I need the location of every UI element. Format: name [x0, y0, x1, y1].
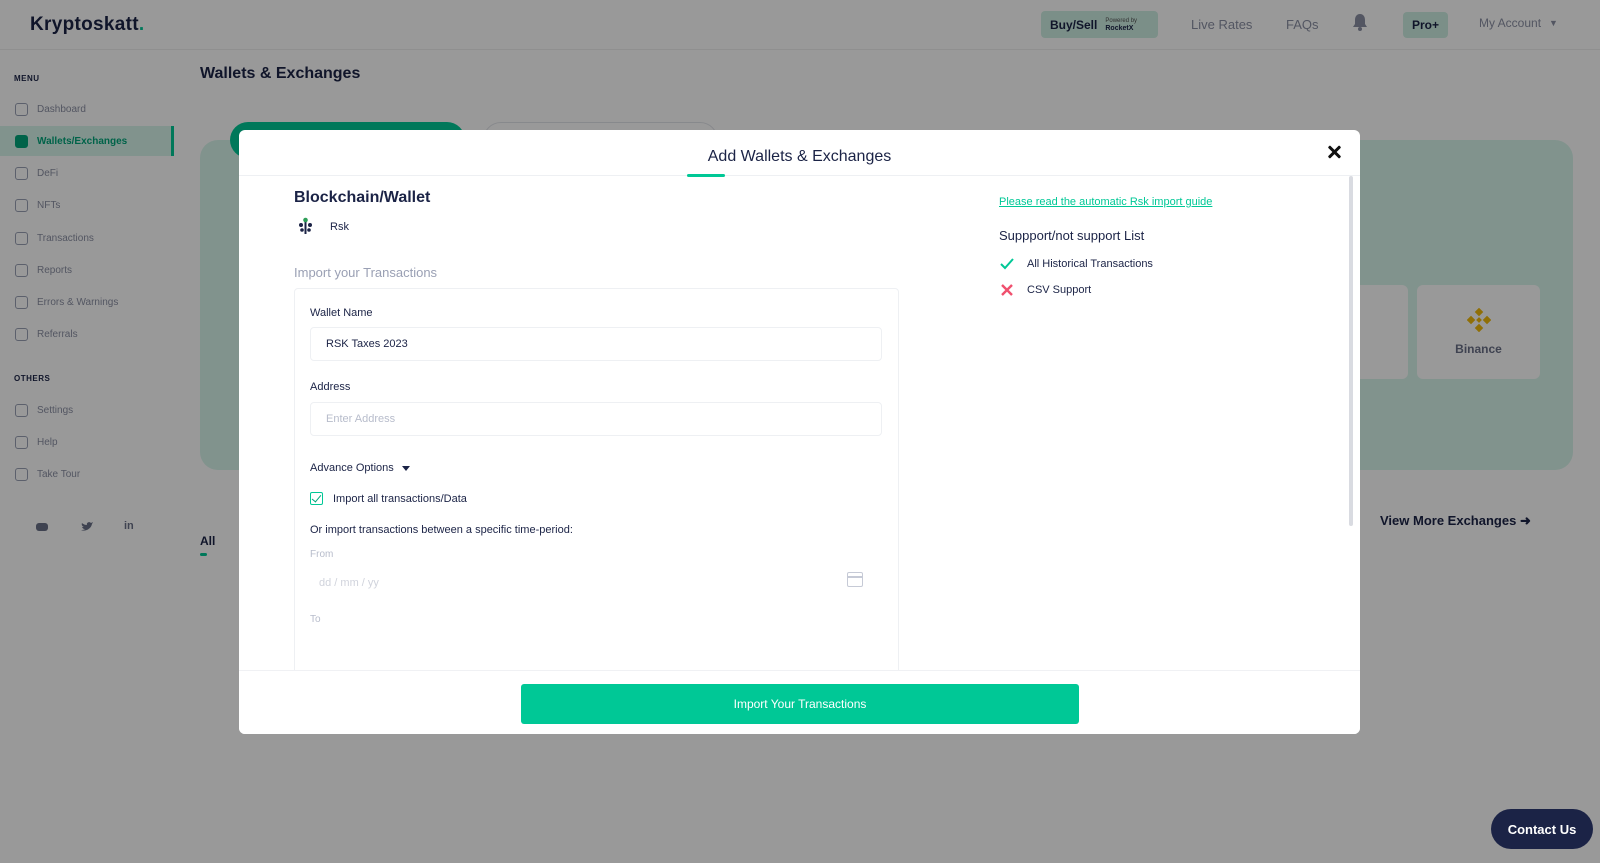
- add-wallets-modal: Add Wallets & Exchanges Blockchain/Walle…: [239, 130, 1360, 734]
- modal-header: Add Wallets & Exchanges: [239, 130, 1360, 177]
- import-form-column: Blockchain/Wallet Rsk Import your Transa…: [294, 176, 904, 676]
- wallet-name-label: Wallet Name: [310, 307, 373, 319]
- chain-name: Rsk: [330, 221, 349, 233]
- import-heading: Import your Transactions: [294, 265, 438, 280]
- support-item-historical: All Historical Transactions: [999, 256, 1153, 272]
- support-list-title: Suppport/not support List: [999, 228, 1145, 243]
- address-input[interactable]: Enter Address: [310, 402, 882, 436]
- checkmark-icon: [1000, 258, 1014, 270]
- advance-options-toggle[interactable]: Advance Options: [310, 462, 410, 474]
- section-title: Blockchain/Wallet: [294, 189, 431, 206]
- import-all-label: Import all transactions/Data: [333, 492, 467, 505]
- modal-title: Add Wallets & Exchanges: [707, 148, 892, 165]
- calendar-icon[interactable]: [847, 572, 863, 587]
- address-label: Address: [310, 381, 351, 393]
- from-label: From: [310, 549, 334, 560]
- close-icon[interactable]: [1324, 142, 1344, 162]
- import-form: Wallet Name RSK Taxes 2023 Address Enter…: [294, 288, 899, 676]
- wallet-name-input[interactable]: RSK Taxes 2023: [310, 327, 882, 361]
- rsk-logo-icon: [299, 217, 312, 234]
- modal-footer: Import Your Transactions: [239, 670, 1360, 734]
- modal-scrollbar[interactable]: [1349, 176, 1353, 526]
- caret-down-icon: [401, 465, 410, 471]
- import-guide-link[interactable]: Please read the automatic Rsk import gui…: [999, 196, 1212, 208]
- import-all-row: Import all transactions/Data: [310, 492, 467, 505]
- support-item-csv: CSV Support: [999, 282, 1091, 298]
- import-all-checkbox[interactable]: [310, 492, 323, 505]
- to-label: To: [310, 614, 321, 625]
- contact-us-button[interactable]: Contact Us: [1491, 809, 1593, 849]
- support-info-column: Please read the automatic Rsk import gui…: [999, 176, 1329, 376]
- time-period-text: Or import transactions between a specifi…: [310, 524, 573, 536]
- import-transactions-button[interactable]: Import Your Transactions: [521, 684, 1079, 724]
- from-date-input[interactable]: dd / mm / yy: [310, 567, 882, 599]
- cross-icon: [1001, 284, 1013, 296]
